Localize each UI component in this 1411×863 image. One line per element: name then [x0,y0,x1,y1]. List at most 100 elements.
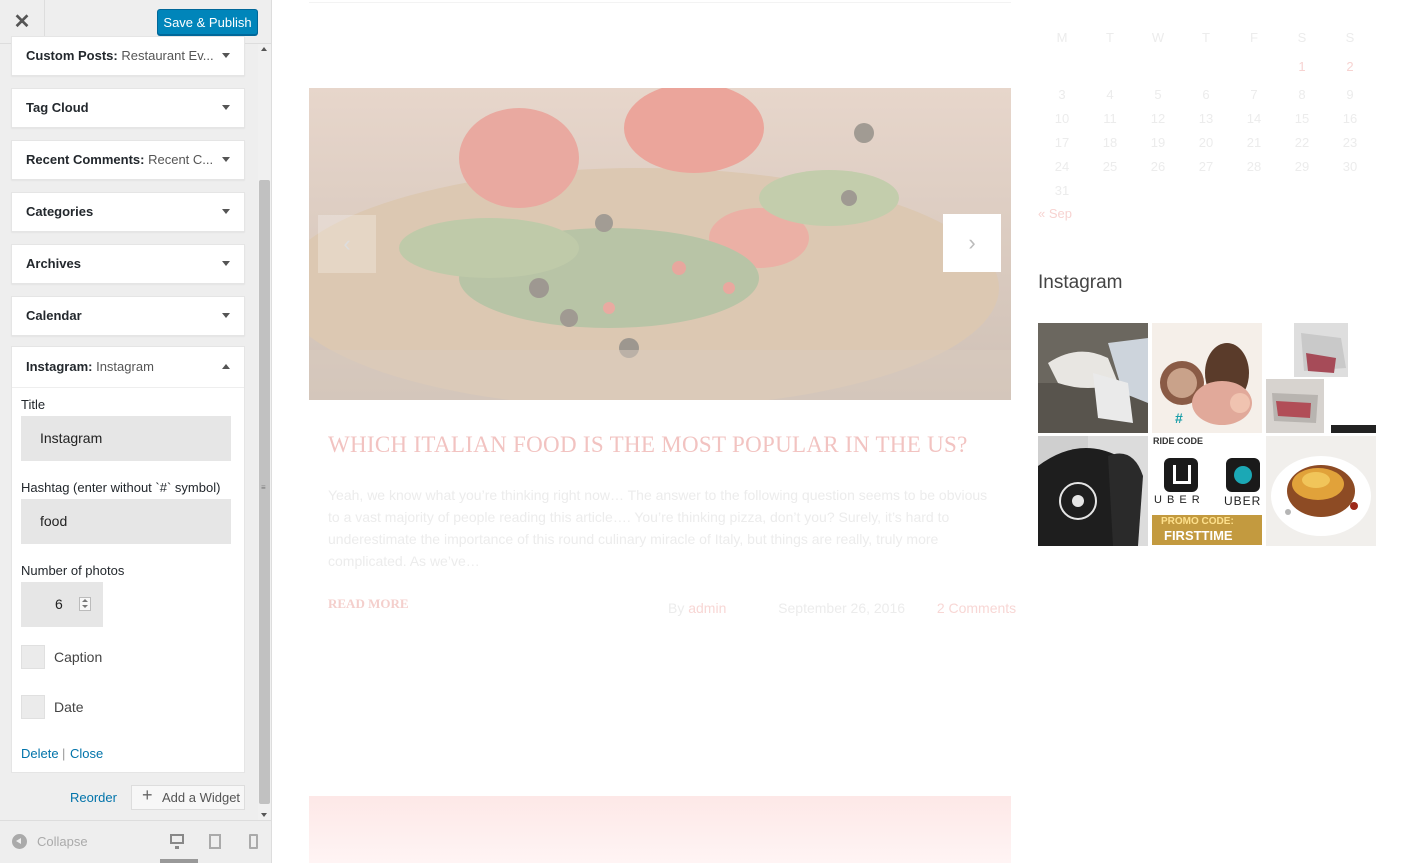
number-spinner-icon[interactable] [79,597,91,611]
instagram-photo-6[interactable] [1266,436,1376,546]
instagram-photo-3[interactable] [1266,323,1376,433]
desktop-preview-icon[interactable] [170,834,184,849]
title-input[interactable]: Instagram [21,416,231,461]
post-date[interactable]: September 26, 2016 [778,600,905,616]
chevron-down-icon[interactable] [222,209,230,214]
caption-checkbox[interactable] [21,645,45,669]
delete-widget-link[interactable]: Delete [21,746,59,761]
scrollbar-thumb[interactable] [259,180,270,804]
uber-letters-text: U B E R [1154,494,1201,506]
instagram-widget-title: Instagram [1038,272,1123,293]
widget-instagram-header[interactable]: Instagram: Instagram [12,347,244,388]
post-title[interactable]: WHICH ITALIAN FOOD IS THE MOST POPULAR I… [328,432,968,458]
collapse-icon[interactable] [12,834,27,849]
photos-count-label: Number of photos [21,563,125,578]
promo-banner: PROMO CODE: FIRSTTIME [1152,515,1262,545]
uber-app-icon [1226,458,1260,492]
calendar-day: 5 [1154,87,1162,102]
customizer-sidebar: ✕ Save & Publish Custom Posts: Restauran… [0,0,272,863]
hashtag-input[interactable]: food [21,499,231,544]
post-featured-image-slider: ‹ › [309,88,1011,400]
widget-custom-posts[interactable]: Custom Posts: Restaurant Ev... [11,36,245,76]
calendar-weekday: S [1297,30,1307,45]
mobile-preview-icon[interactable] [249,834,258,849]
chevron-up-icon[interactable] [222,364,230,369]
calendar-day: 24 [1054,159,1070,174]
chevron-down-icon[interactable] [222,53,230,58]
post-excerpt: Yeah, we know what you’re thinking right… [328,487,988,569]
calendar-weekday: T [1202,30,1210,45]
add-widget-button[interactable]: + Add a Widget [131,785,245,810]
author-link[interactable]: admin [688,600,726,616]
calendar-day: 12 [1150,111,1166,126]
chevron-down-icon[interactable] [222,105,230,110]
calendar-day[interactable]: 1 [1278,59,1326,74]
calendar-day: 4 [1106,87,1114,102]
scroll-up-arrow-icon[interactable] [261,47,267,51]
calendar-day: 25 [1102,159,1118,174]
calendar-day[interactable]: 2 [1326,59,1374,74]
calendar-weekday: M [1056,30,1068,45]
widget-calendar[interactable]: Calendar [11,296,245,336]
widget-recent-comments[interactable]: Recent Comments: Recent C... [11,140,245,180]
widget-title: Categories [26,204,94,219]
slider-prev-button[interactable]: ‹ [318,215,376,273]
uber-text: UBER [1224,494,1262,508]
date-checkbox[interactable] [21,695,45,719]
calendar-day: 18 [1102,135,1118,150]
collapse-label[interactable]: Collapse [37,834,88,849]
slider-next-button[interactable]: › [943,214,1001,272]
calendar-prev-month-link[interactable]: « Sep [1038,206,1072,221]
save-publish-button[interactable]: Save & Publish [157,9,258,35]
sidebar-scrollbar[interactable]: ≡ [258,44,271,820]
instagram-photo-5[interactable]: RIDE CODE U B E R UBER PROMO CODE: FIRST… [1152,436,1262,546]
widget-archives[interactable]: Archives [11,244,245,284]
calendar-day: 9 [1346,87,1354,102]
widget-title: Instagram: Instagram [26,359,154,374]
active-device-indicator [160,859,198,863]
ride-code-caption: RIDE CODE [1153,436,1204,446]
widget-categories[interactable]: Categories [11,192,245,232]
widget-tag-cloud[interactable]: Tag Cloud [11,88,245,128]
chevron-down-icon[interactable] [222,261,230,266]
instagram-photo-2[interactable]: # [1152,323,1262,433]
calendar-day: 15 [1294,111,1310,126]
chevron-down-icon[interactable] [222,313,230,318]
pizza-image [309,88,1011,400]
divider [309,2,1011,3]
widget-title: Archives [26,256,81,271]
calendar-weekday: S [1345,30,1355,45]
photos-count-input[interactable]: 6 [21,582,103,627]
calendar-weekday: W [1151,30,1165,45]
widget-title: Recent Comments: Recent C... [26,152,214,167]
calendar-day: 7 [1250,87,1258,102]
calendar-day: 14 [1246,111,1262,126]
instagram-photo-4[interactable] [1038,436,1148,546]
reorder-link[interactable]: Reorder [70,790,117,805]
post-meta: By admin September 26, 2016 2 Comments [668,600,1016,616]
chevron-down-icon[interactable] [222,157,230,162]
plus-icon: + [142,785,153,805]
tablet-preview-icon[interactable] [209,834,221,849]
calendar-day: 19 [1150,135,1166,150]
calendar-day: 13 [1198,111,1214,126]
comments-link[interactable]: 2 Comments [937,600,1016,616]
title-label: Title [21,397,46,412]
chevron-left-icon: ‹ [343,231,351,256]
calendar-day: 10 [1054,111,1070,126]
scroll-down-arrow-icon[interactable] [261,813,267,817]
widget-title: Custom Posts: Restaurant Ev... [26,48,214,63]
photos-count-value: 6 [55,596,63,612]
close-widget-link[interactable]: Close [70,746,103,761]
calendar-day: 30 [1342,159,1358,174]
calendar-day: 31 [1054,183,1070,198]
calendar-day: 8 [1298,87,1306,102]
close-icon: ✕ [13,11,31,33]
instagram-photo-1[interactable] [1038,323,1148,433]
next-post-block [309,796,1011,863]
calendar-day: 17 [1054,135,1070,150]
calendar-day: 6 [1202,87,1210,102]
uber-app-icon [1164,458,1198,492]
read-more-link[interactable]: READ MORE [328,596,409,612]
calendar-day: 29 [1294,159,1310,174]
